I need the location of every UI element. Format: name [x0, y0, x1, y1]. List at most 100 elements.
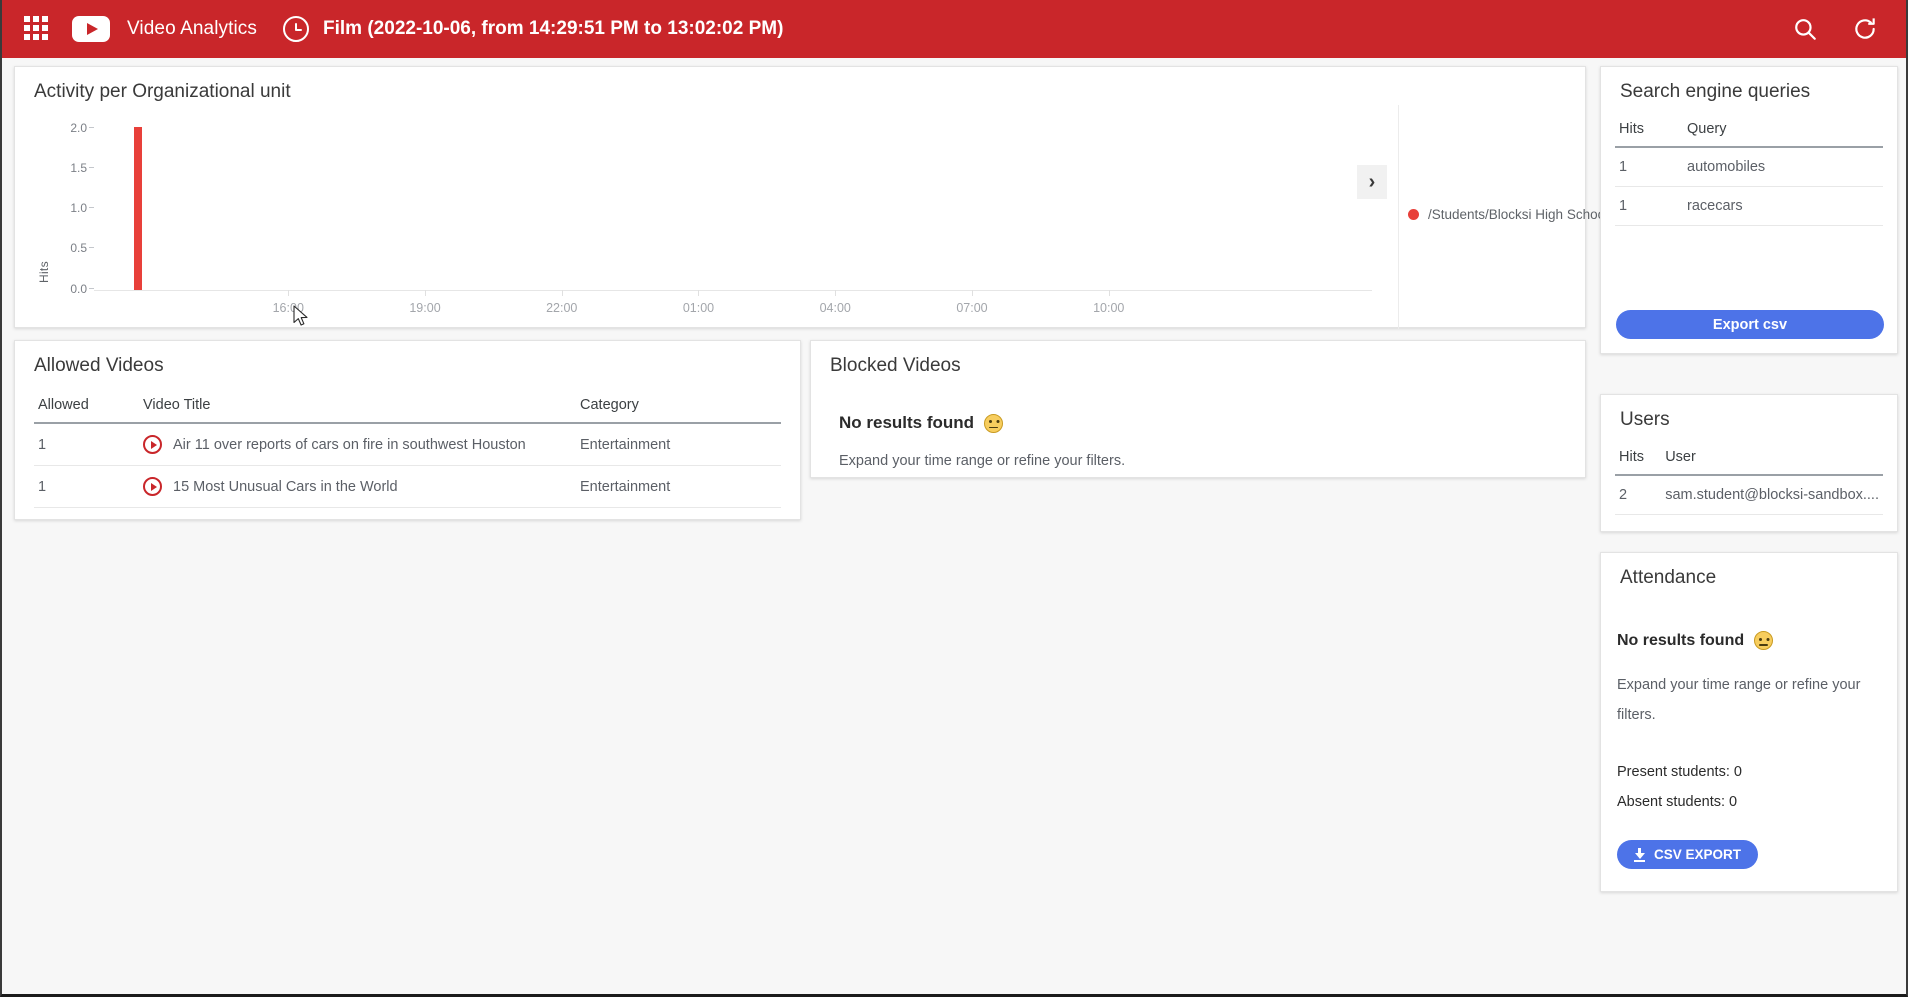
col-user[interactable]: User: [1661, 441, 1883, 476]
users-table: Hits User 2 sam.student@blocksi-sandbox.…: [1615, 441, 1883, 515]
absent-students: Absent students: 0: [1617, 794, 1738, 810]
attendance-empty-subtitle: Expand your time range or refine your fi…: [1617, 677, 1861, 723]
x-tick-label: 07:00: [956, 301, 988, 315]
blocked-videos-card: Blocked Videos No results found Expand y…: [810, 340, 1586, 478]
table-header-row: Hits User: [1615, 441, 1883, 476]
csv-export-label: CSV EXPORT: [1654, 847, 1742, 862]
table-header-row: Hits Query: [1615, 113, 1883, 148]
blocked-empty-text: No results found: [839, 413, 975, 432]
attendance-title: Attendance: [1620, 567, 1717, 588]
table-row[interactable]: 1 automobiles: [1615, 147, 1883, 187]
y-tick-2: 1.0: [70, 201, 87, 215]
y-tick-1: 0.5: [70, 241, 87, 255]
present-students: Present students: 0: [1617, 764, 1742, 780]
youtube-play-icon[interactable]: [72, 16, 110, 42]
time-range-title: Film (2022-10-06, from 14:29:51 PM to 13…: [323, 18, 784, 39]
blocked-empty-subtitle: Expand your time range or refine your fi…: [839, 453, 1126, 469]
legend-item-0[interactable]: /Students/Blocksi High School: [1408, 207, 1608, 222]
col-query[interactable]: Query: [1683, 113, 1883, 148]
video-title-text: Air 11 over reports of cars on fire in s…: [173, 436, 526, 453]
cell-query: automobiles: [1683, 147, 1883, 187]
activity-card-title: Activity per Organizational unit: [34, 81, 291, 102]
x-tickmark: [1108, 290, 1110, 296]
table-header-row: Allowed Video Title Category: [34, 389, 781, 424]
cell-category: Entertainment: [576, 423, 781, 466]
x-tickmark: [971, 290, 973, 296]
chart-bar[interactable]: [133, 127, 142, 290]
search-icon[interactable]: [1792, 16, 1818, 42]
activity-chart: Hits 2.0 1.5 1.0 0.5 0.0 16:00 19:00 22:00…: [15, 105, 1400, 327]
play-circle-icon[interactable]: [143, 477, 162, 496]
search-queries-table: Hits Query 1 automobiles 1 racecars: [1615, 113, 1883, 226]
topbar-actions: [1792, 16, 1888, 42]
play-circle-icon[interactable]: [143, 435, 162, 454]
x-tickmark: [835, 290, 837, 296]
clock-icon: [283, 16, 310, 42]
table-row[interactable]: 1 racecars: [1615, 186, 1883, 226]
app-title: Video Analytics: [127, 18, 258, 39]
video-title-text: 15 Most Unusual Cars in the World: [173, 478, 398, 495]
chart-x-axis: [94, 290, 1372, 291]
refresh-icon[interactable]: [1852, 16, 1878, 42]
legend-label: /Students/Blocksi High School: [1428, 207, 1609, 222]
col-category[interactable]: Category: [576, 389, 781, 424]
chart-plot-region: [94, 127, 1370, 290]
attendance-stats: Present students: 0 Absent students: 0: [1617, 757, 1742, 817]
csv-export-button[interactable]: CSV EXPORT: [1617, 840, 1759, 869]
y-tick-4: 2.0: [70, 121, 87, 135]
app-viewport: Video Analytics Film (2022-10-06, from 1…: [0, 0, 1908, 997]
allowed-videos-title: Allowed Videos: [34, 355, 164, 376]
blocked-videos-title: Blocked Videos: [830, 355, 961, 376]
y-tick-0: 0.0: [70, 282, 87, 296]
allowed-videos-table: Allowed Video Title Category 1 Air 11 ov…: [34, 389, 781, 508]
users-card: Users Hits User 2 sam.student@blocksi-sa…: [1600, 394, 1898, 532]
col-hits[interactable]: Hits: [1615, 113, 1683, 148]
search-queries-card: Search engine queries Hits Query 1 autom…: [1600, 66, 1898, 354]
attendance-empty-text: No results found: [1617, 631, 1745, 649]
cell-allowed: 1: [34, 465, 139, 508]
attendance-empty-title: No results found: [1601, 589, 1897, 650]
blocked-empty-title: No results found: [811, 377, 1585, 433]
download-icon: [1634, 848, 1645, 862]
chevron-right-icon[interactable]: ›: [1357, 165, 1387, 199]
x-tickmark: [288, 290, 290, 296]
cell-category: Entertainment: [576, 465, 781, 508]
col-allowed[interactable]: Allowed: [34, 389, 139, 424]
table-row[interactable]: 2 sam.student@blocksi-sandbox....: [1615, 475, 1883, 515]
chart-y-ticks: 2.0 1.5 1.0 0.5 0.0: [53, 105, 87, 296]
x-tickmark: [698, 290, 700, 296]
cell-video-title: 15 Most Unusual Cars in the World: [139, 465, 576, 508]
cell-hits: 2: [1615, 475, 1662, 515]
export-csv-button[interactable]: Export csv: [1616, 310, 1884, 339]
x-tickmark: [561, 290, 563, 296]
y-tick-3: 1.5: [70, 161, 87, 175]
cell-allowed: 1: [34, 423, 139, 466]
search-queries-title: Search engine queries: [1620, 81, 1811, 102]
x-tick-label: 22:00: [546, 301, 578, 315]
legend-color-dot: [1408, 209, 1419, 220]
attendance-card: Attendance No results found Expand your …: [1600, 552, 1898, 892]
cell-video-title: Air 11 over reports of cars on fire in s…: [139, 423, 576, 466]
neutral-face-icon: [1754, 631, 1774, 650]
apps-grid-icon[interactable]: [24, 16, 50, 42]
cell-hits: 1: [1615, 147, 1683, 187]
x-tick-label: 04:00: [819, 301, 851, 315]
users-title: Users: [1620, 409, 1670, 430]
col-video-title[interactable]: Video Title: [139, 389, 576, 424]
cell-query: racecars: [1683, 186, 1883, 226]
x-tick-label: 01:00: [682, 301, 715, 315]
x-tick-label: 10:00: [1093, 301, 1125, 315]
x-tickmark: [425, 290, 426, 296]
table-row[interactable]: 1 Air 11 over reports of cars on fire in…: [34, 423, 781, 466]
cell-hits: 1: [1615, 186, 1683, 226]
activity-chart-card: Activity per Organizational unit Hits 2.…: [14, 66, 1608, 329]
top-app-bar: Video Analytics Film (2022-10-06, from 1…: [2, 0, 1906, 58]
chart-legend: › /Students/Blocksi High School: [1357, 105, 1608, 329]
x-tick-label: 16:00: [272, 301, 304, 315]
allowed-videos-card: Allowed Videos Allowed Video Title Categ…: [14, 340, 801, 520]
chart-y-axis-label: Hits: [37, 261, 51, 283]
col-hits[interactable]: Hits: [1615, 441, 1662, 476]
neutral-face-icon: [984, 413, 1004, 433]
cell-user: sam.student@blocksi-sandbox....: [1661, 475, 1883, 515]
table-row[interactable]: 1 15 Most Unusual Cars in the World Ente…: [34, 465, 781, 508]
